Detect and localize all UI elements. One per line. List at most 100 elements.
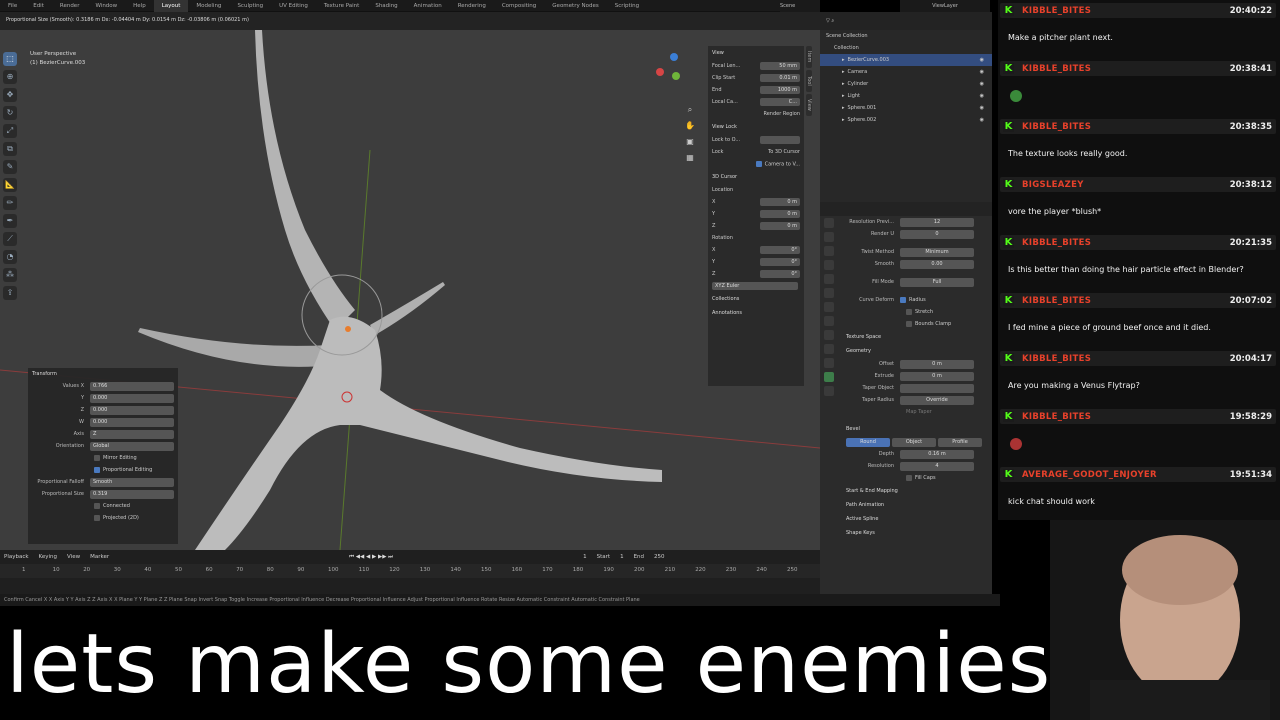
constraints-tab-icon[interactable] bbox=[824, 358, 834, 368]
bevel-profile-button[interactable]: Profile bbox=[938, 437, 982, 447]
scene-selector[interactable]: Scene bbox=[780, 0, 820, 12]
menu-help[interactable]: Help bbox=[125, 0, 154, 12]
modifier-tab-icon[interactable] bbox=[824, 316, 834, 326]
bounds-clamp-checkbox[interactable]: Bounds Clamp bbox=[915, 321, 951, 327]
orientation-dropdown[interactable]: Global bbox=[90, 441, 174, 451]
annotations-header[interactable]: Annotations bbox=[708, 306, 804, 320]
select-tool-icon[interactable]: ⬚ bbox=[3, 52, 17, 66]
workspace-tab-sculpting[interactable]: Sculpting bbox=[229, 0, 271, 12]
tab-item[interactable]: Item bbox=[806, 46, 812, 68]
object-tab-icon[interactable] bbox=[824, 302, 834, 312]
outliner-item[interactable]: ▸ BezierCurve.003 ◉ bbox=[820, 54, 992, 66]
cursor-loc-z-field[interactable]: 0 m bbox=[760, 222, 800, 230]
values-z-field[interactable]: 0.000 bbox=[90, 405, 174, 415]
values-w-field[interactable]: 0.000 bbox=[90, 417, 174, 427]
workspace-tab-rendering[interactable]: Rendering bbox=[450, 0, 494, 12]
values-x-field[interactable]: 0.766 bbox=[90, 381, 174, 391]
collection-row[interactable]: Collection bbox=[820, 42, 992, 54]
twist-method-dropdown[interactable]: Minimum bbox=[900, 247, 974, 257]
3d-cursor-header[interactable]: 3D Cursor bbox=[708, 170, 804, 184]
axis-dropdown[interactable]: Z bbox=[90, 429, 174, 439]
start-frame-field[interactable]: 1 bbox=[620, 554, 624, 560]
extrude-tool-icon[interactable]: ⇪ bbox=[3, 286, 17, 300]
measure-tool-icon[interactable]: 📐 bbox=[3, 178, 17, 192]
rotate-tool-icon[interactable]: ↻ bbox=[3, 106, 17, 120]
view-layer-tab-icon[interactable] bbox=[824, 260, 834, 270]
texture-space-header[interactable]: Texture Space bbox=[820, 330, 992, 344]
outliner-item[interactable]: ▸ Sphere.001 ◉ bbox=[820, 102, 992, 114]
depth-field[interactable]: 0.16 m bbox=[900, 449, 974, 459]
workspace-tab-uv[interactable]: UV Editing bbox=[271, 0, 316, 12]
physics-tab-icon[interactable] bbox=[824, 344, 834, 354]
timeline-ruler[interactable]: 1 10 20 30 40 50 60 70 80 90 100 110 120 130 140 150 160… bbox=[0, 564, 820, 578]
render-u-field[interactable]: 0 bbox=[900, 229, 974, 239]
camera-view-icon[interactable]: ▣ bbox=[684, 134, 696, 150]
visibility-eye-icon[interactable]: ◉ bbox=[980, 114, 984, 126]
visibility-eye-icon[interactable]: ◉ bbox=[980, 90, 984, 102]
geometry-header[interactable]: Geometry bbox=[820, 344, 992, 358]
cursor-tool-icon[interactable]: ⊕ bbox=[3, 70, 17, 84]
gizmo-y-axis[interactable] bbox=[672, 72, 680, 80]
workspace-tab-texture-paint[interactable]: Texture Paint bbox=[316, 0, 368, 12]
end-frame-field[interactable]: 250 bbox=[654, 554, 665, 560]
keying-menu[interactable]: Keying bbox=[39, 554, 57, 560]
bevel-object-button[interactable]: Object bbox=[892, 437, 936, 447]
lock-to-cursor-checkbox[interactable]: To 3D Cursor bbox=[768, 149, 800, 155]
camera-to-view-checkbox[interactable]: Camera to V... bbox=[765, 161, 800, 167]
output-tab-icon[interactable] bbox=[824, 246, 834, 256]
cursor-loc-y-field[interactable]: 0 m bbox=[760, 210, 800, 218]
world-tab-icon[interactable] bbox=[824, 288, 834, 298]
gizmo-z-axis[interactable] bbox=[670, 53, 678, 61]
focal-length-field[interactable]: 50 mm bbox=[760, 62, 800, 70]
curve-data-tab-icon[interactable] bbox=[824, 372, 834, 382]
randomize-tool-icon[interactable]: ⁂ bbox=[3, 268, 17, 282]
playback-menu[interactable]: Playback bbox=[4, 554, 29, 560]
cursor-rot-y-field[interactable]: 0° bbox=[760, 258, 800, 266]
transform-tool-icon[interactable]: ⧉ bbox=[3, 142, 17, 156]
taper-radius-dropdown[interactable]: Override bbox=[900, 395, 974, 405]
resolution-field[interactable]: 4 bbox=[900, 461, 974, 471]
map-taper-checkbox[interactable]: Map Taper bbox=[820, 406, 992, 418]
current-frame-field[interactable]: 1 bbox=[583, 554, 587, 560]
workspace-tab-compositing[interactable]: Compositing bbox=[494, 0, 544, 12]
radius-tool-icon[interactable]: ◔ bbox=[3, 250, 17, 264]
tool-tab-icon[interactable] bbox=[824, 218, 834, 228]
workspace-tab-shading[interactable]: Shading bbox=[367, 0, 405, 12]
path-animation-header[interactable]: Path Animation bbox=[820, 498, 992, 512]
menu-window[interactable]: Window bbox=[87, 0, 125, 12]
view-lock-header[interactable]: View Lock bbox=[708, 120, 804, 134]
workspace-tab-animation[interactable]: Animation bbox=[406, 0, 450, 12]
material-tab-icon[interactable] bbox=[824, 386, 834, 396]
tab-view[interactable]: View bbox=[806, 94, 812, 116]
scene-collection-row[interactable]: Scene Collection bbox=[820, 30, 992, 42]
draw-tool-icon[interactable]: ✏ bbox=[3, 196, 17, 210]
cursor-rot-z-field[interactable]: 0° bbox=[760, 270, 800, 278]
gizmo-x-axis[interactable] bbox=[656, 68, 664, 76]
proportional-size-field[interactable]: 0.319 bbox=[90, 489, 174, 499]
outliner-item[interactable]: ▸ Sphere.002 ◉ bbox=[820, 114, 992, 126]
particles-tab-icon[interactable] bbox=[824, 330, 834, 340]
visibility-eye-icon[interactable]: ◉ bbox=[980, 102, 984, 114]
cursor-loc-x-field[interactable]: 0 m bbox=[760, 198, 800, 206]
workspace-tab-modeling[interactable]: Modeling bbox=[188, 0, 229, 12]
scene-tab-icon[interactable] bbox=[824, 274, 834, 284]
zoom-icon[interactable]: ⌕ bbox=[684, 102, 696, 118]
tab-tool[interactable]: Tool bbox=[806, 70, 812, 92]
grid-view-icon[interactable]: ▦ bbox=[684, 150, 696, 166]
navigation-gizmo[interactable] bbox=[652, 50, 694, 92]
annotate-tool-icon[interactable]: ✎ bbox=[3, 160, 17, 174]
visibility-eye-icon[interactable]: ◉ bbox=[980, 66, 984, 78]
shape-keys-header[interactable]: Shape Keys bbox=[820, 526, 992, 540]
menu-file[interactable]: File bbox=[0, 0, 25, 12]
proportional-falloff-dropdown[interactable]: Smooth bbox=[90, 477, 174, 487]
view-section-header[interactable]: View bbox=[708, 46, 804, 60]
offset-field[interactable]: 0 m bbox=[900, 359, 974, 369]
local-camera-field[interactable]: C... bbox=[760, 98, 800, 106]
fill-caps-checkbox[interactable]: Fill Caps bbox=[915, 475, 936, 481]
clip-end-field[interactable]: 1000 m bbox=[760, 86, 800, 94]
mirror-editing-checkbox[interactable]: Mirror Editing bbox=[103, 455, 137, 461]
proportional-editing-checkbox[interactable]: Proportional Editing bbox=[103, 467, 152, 473]
playback-controls-icon[interactable]: ⏮ ◀◀ ◀ ▶ ▶▶ ⏭ bbox=[349, 554, 393, 561]
scale-tool-icon[interactable]: ⤢ bbox=[3, 124, 17, 138]
view-menu[interactable]: View bbox=[67, 554, 80, 560]
